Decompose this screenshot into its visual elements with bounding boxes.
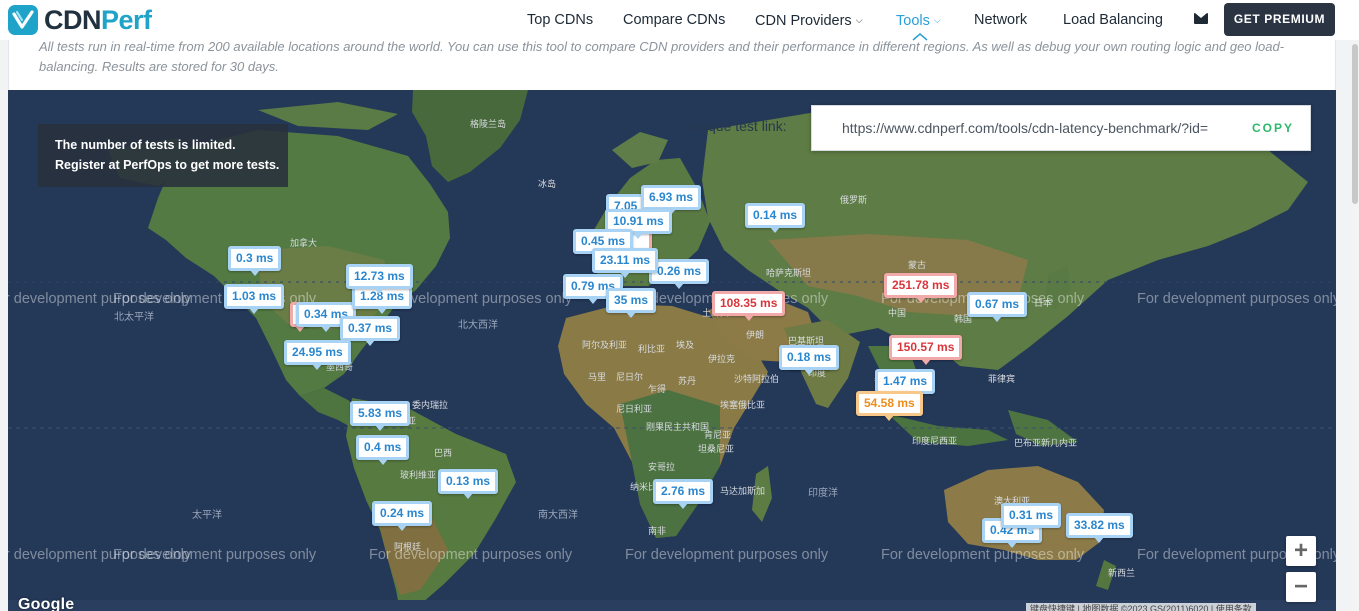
dev-watermark: For development purposes only xyxy=(369,547,573,563)
ocean-label: 北大西洋 xyxy=(458,320,498,331)
latency-pin[interactable]: 0.31 ms xyxy=(1001,503,1062,533)
page: CDNPerf Top CDNs Compare CDNs CDN Provid… xyxy=(0,0,1359,611)
geo-label: 尼日利亚 xyxy=(616,404,653,414)
dev-watermark: For development purposes only xyxy=(113,547,317,563)
latency-pin[interactable]: 0.37 ms xyxy=(340,316,401,346)
latency-pin[interactable]: 108.35 ms xyxy=(712,291,786,321)
latency-pin[interactable]: 0.24 ms xyxy=(372,501,433,531)
brand-name-part1: CDN xyxy=(44,4,102,35)
geo-label: 肯尼亚 xyxy=(704,430,732,440)
latency-pin[interactable]: 2.76 ms xyxy=(653,479,714,509)
latency-pin[interactable]: 251.78 ms xyxy=(884,273,958,303)
ocean-label: 太平洋 xyxy=(192,510,222,521)
geo-label: 马里 xyxy=(588,372,607,382)
geo-label: 尼日尔 xyxy=(616,372,644,382)
geo-label: 南非 xyxy=(648,526,667,536)
nav-cdn-providers-label: CDN Providers xyxy=(755,13,852,29)
description-card: All tests run in real-time from 200 avai… xyxy=(8,34,1336,90)
dev-watermark: For development purposes only xyxy=(625,547,829,563)
geo-label: 巴西 xyxy=(434,448,453,458)
latency-pin[interactable]: 5.83 ms xyxy=(350,401,411,431)
geo-label: 利比亚 xyxy=(638,344,666,354)
geo-label: 埃及 xyxy=(676,340,695,350)
dev-watermark: For development purposes only xyxy=(113,291,317,307)
dev-watermark: For development purposes only xyxy=(1137,291,1336,307)
latency-pin[interactable]: 0.18 ms xyxy=(779,345,840,375)
geo-label: 伊朗 xyxy=(746,330,765,340)
geo-label: 冰岛 xyxy=(538,179,557,189)
brand-name-part2: Perf xyxy=(101,4,152,35)
latency-pin[interactable]: 6.93 ms xyxy=(641,185,702,215)
limit-notice-line1: The number of tests is limited. xyxy=(55,138,236,152)
copy-link-button[interactable]: COPY xyxy=(1240,106,1306,150)
unique-link-input[interactable]: https://www.cdnperf.com/tools/cdn-latenc… xyxy=(842,106,1234,150)
unique-link-label: Unique test link: xyxy=(687,118,787,134)
geo-label: 伊拉克 xyxy=(708,354,736,364)
geo-label: 阿尔及利亚 xyxy=(582,340,628,350)
ocean-label: 北太平洋 xyxy=(114,312,154,323)
latency-pin[interactable]: 23.11 ms xyxy=(592,248,659,278)
nav-network[interactable]: Network xyxy=(974,0,1027,40)
geo-label: 马达加斯加 xyxy=(720,486,766,496)
geo-label: 俄罗斯 xyxy=(840,195,868,205)
active-tab-indicator-icon xyxy=(912,33,928,41)
top-navbar: CDNPerf Top CDNs Compare CDNs CDN Provid… xyxy=(0,0,1359,41)
latency-pin[interactable]: 1.03 ms xyxy=(224,284,285,314)
latency-pin[interactable]: 54.58 ms xyxy=(856,391,923,421)
geo-label: 蒙古 xyxy=(908,260,927,270)
latency-pin[interactable]: 35 ms xyxy=(606,288,657,318)
map-attribution[interactable]: 键盘快捷键 | 地图数据 ©2023 GS(2011)6020 | 使用条款 xyxy=(1026,603,1256,611)
brand-logo[interactable]: CDNPerf xyxy=(8,4,152,36)
nav-compare-cdns[interactable]: Compare CDNs xyxy=(623,0,725,40)
dev-watermark: For development purposes only xyxy=(881,547,1085,563)
geo-label: 中国 xyxy=(888,308,907,318)
tool-description: All tests run in real-time from 200 avai… xyxy=(39,39,1285,74)
latency-pin[interactable]: 150.57 ms xyxy=(889,335,963,365)
geo-label: 安哥拉 xyxy=(648,462,676,472)
results-map[interactable]: 格陵兰岛 冰岛 加拿大 俄罗斯 哈萨克斯坦 蒙古 中国 日本 韩国 伊朗 伊拉克… xyxy=(8,90,1336,611)
zoom-out-button[interactable]: − xyxy=(1286,572,1316,602)
latency-pin[interactable]: 12.73 ms xyxy=(346,264,413,294)
geo-label: 埃塞俄比亚 xyxy=(720,400,766,410)
latency-pin[interactable]: 33.82 ms xyxy=(1066,513,1133,543)
nav-cdn-providers[interactable]: CDN Providers ⌵ xyxy=(755,0,863,40)
page-scrollbar-thumb[interactable] xyxy=(1352,44,1358,204)
chevron-down-icon: ⌵ xyxy=(855,15,863,25)
nav-tools-label: Tools xyxy=(896,13,930,29)
geo-label: 加拿大 xyxy=(290,238,318,248)
geo-label: 格陵兰岛 xyxy=(470,119,507,129)
geo-label: 苏丹 xyxy=(678,376,697,386)
geo-label: 哈萨克斯坦 xyxy=(766,268,812,278)
ocean-label: 南大西洋 xyxy=(538,510,578,521)
google-logo[interactable]: Google xyxy=(18,596,74,611)
get-premium-button[interactable]: GET PREMIUM xyxy=(1224,3,1335,36)
logo-mark-icon xyxy=(8,5,38,35)
latency-pin[interactable]: 0.13 ms xyxy=(438,469,499,499)
latency-pin[interactable]: 24.95 ms xyxy=(284,340,351,370)
test-limit-notice: The number of tests is limited. Register… xyxy=(38,124,288,187)
geo-label: 刚果民主共和国 xyxy=(646,422,710,432)
brand-name: CDNPerf xyxy=(44,5,152,36)
ocean-label: 印度洋 xyxy=(808,488,838,499)
geo-label: 乍得 xyxy=(648,384,667,394)
geo-label: 委内瑞拉 xyxy=(412,400,449,410)
latency-pin[interactable]: 0.14 ms xyxy=(745,203,806,233)
geo-label: 新西兰 xyxy=(1108,568,1136,578)
geo-label: 菲律宾 xyxy=(988,374,1016,384)
latency-pin[interactable]: 0.4 ms xyxy=(356,435,410,465)
envelope-icon[interactable] xyxy=(1194,13,1208,24)
zoom-in-button[interactable]: + xyxy=(1286,536,1316,566)
nav-load-balancing[interactable]: Load Balancing xyxy=(1063,0,1163,40)
geo-label: 坦桑尼亚 xyxy=(698,444,735,454)
limit-notice-line2: Register at PerfOps to get more tests. xyxy=(55,158,280,172)
latency-pin[interactable]: 0.67 ms xyxy=(967,292,1028,322)
geo-label: 沙特阿拉伯 xyxy=(734,374,780,384)
geo-label: 玻利维亚 xyxy=(400,470,437,480)
geo-label: 印度尼西亚 xyxy=(912,436,958,446)
geo-label: 巴布亚新几内亚 xyxy=(1014,438,1078,448)
unique-link-box: https://www.cdnperf.com/tools/cdn-latenc… xyxy=(811,105,1311,151)
chevron-down-icon: ⌵ xyxy=(933,15,941,25)
nav-top-cdns[interactable]: Top CDNs xyxy=(527,0,593,40)
latency-pin[interactable]: 0.3 ms xyxy=(228,246,282,276)
